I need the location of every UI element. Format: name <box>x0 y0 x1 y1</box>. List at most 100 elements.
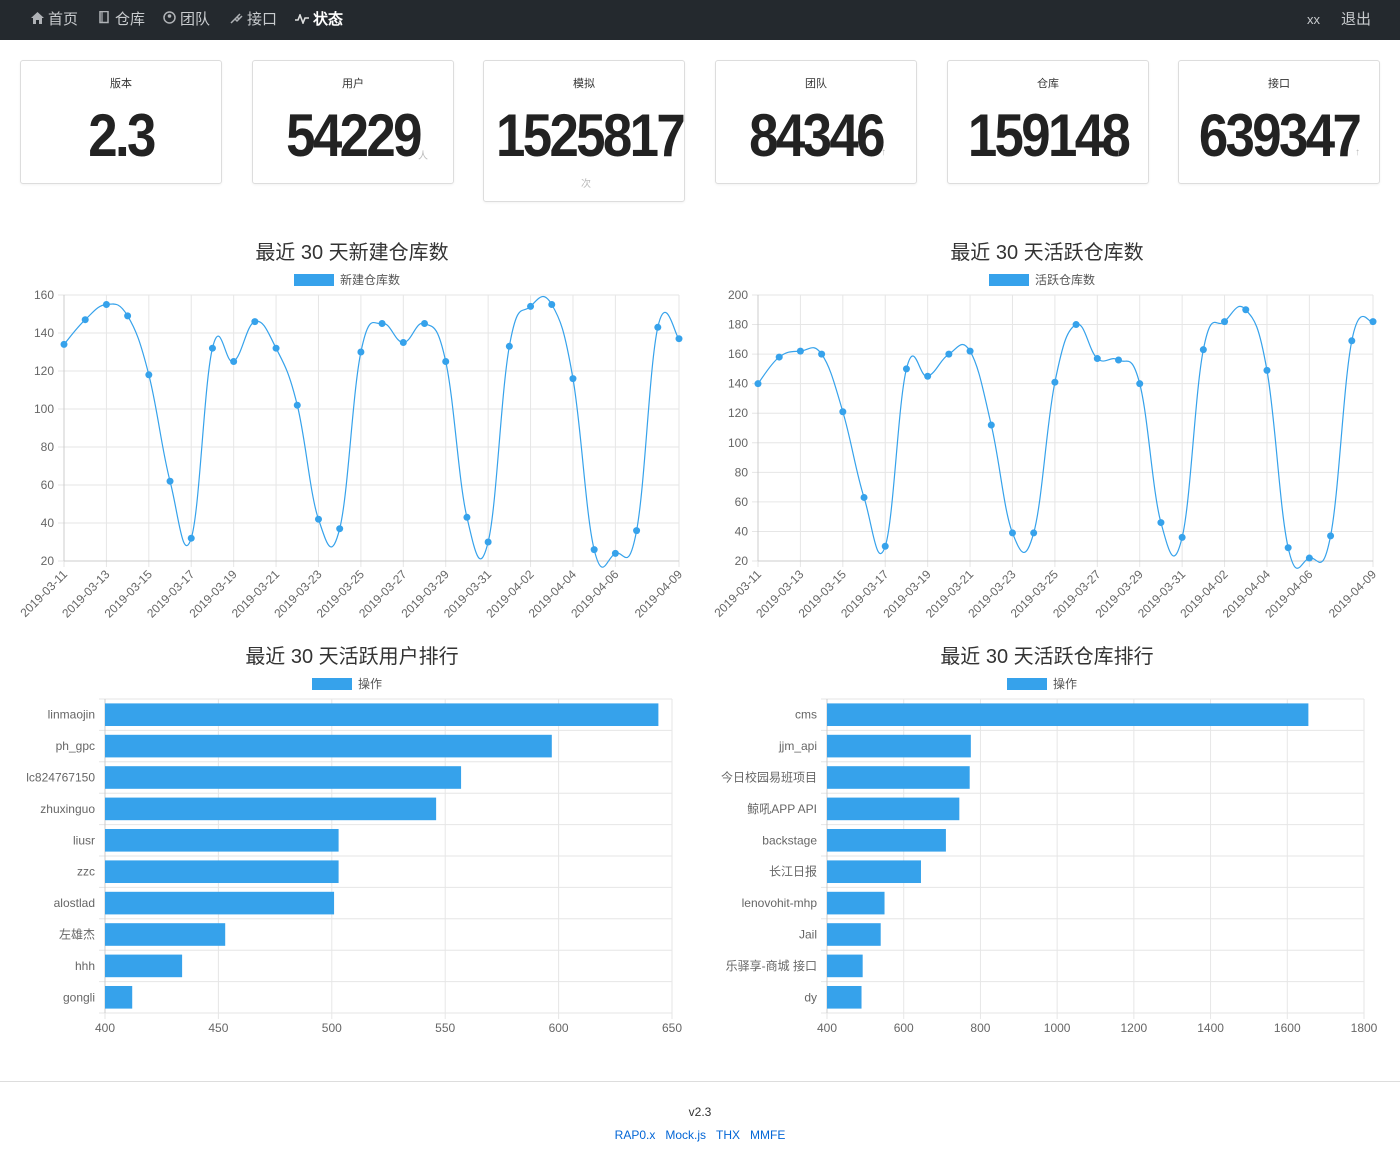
y-tick-label: 乐驿享-商城 接口 <box>726 958 817 973</box>
x-tick-label: 1000 <box>1044 1021 1071 1035</box>
y-tick-label: linmaojin <box>48 708 95 722</box>
data-point <box>754 380 762 388</box>
bar <box>827 828 946 852</box>
data-point <box>1136 380 1144 388</box>
data-point <box>442 358 450 365</box>
y-tick-label: 60 <box>41 478 55 492</box>
series-line <box>63 295 680 568</box>
y-tick-label: 200 <box>728 288 748 302</box>
footer-link-rap0x[interactable]: RAP0.x <box>615 1128 656 1142</box>
footer-link-mockjs[interactable]: Mock.js <box>665 1128 706 1142</box>
y-tick-label: lc824767150 <box>26 771 95 785</box>
bar <box>827 766 970 789</box>
data-point <box>102 301 110 308</box>
y-tick-label: 140 <box>728 377 748 391</box>
data-point <box>1348 337 1356 345</box>
x-tick-label: 1600 <box>1274 1021 1301 1035</box>
data-point <box>1051 378 1059 386</box>
data-point <box>60 340 68 348</box>
data-point <box>505 342 513 350</box>
data-point <box>775 353 783 361</box>
data-point <box>272 344 280 352</box>
x-tick-label: 650 <box>662 1021 682 1035</box>
data-point <box>548 301 556 308</box>
data-point <box>230 358 238 365</box>
data-point <box>336 525 344 533</box>
y-tick-label: 100 <box>34 402 54 416</box>
x-tick-label: 2019-04-09 <box>1326 567 1380 621</box>
bar <box>827 985 862 1009</box>
footer-link-thx[interactable]: THX <box>716 1128 740 1142</box>
data-point <box>675 335 683 343</box>
data-point <box>654 323 662 331</box>
x-tick-label: 550 <box>435 1021 455 1035</box>
data-point <box>902 365 910 373</box>
series-line <box>757 305 1374 569</box>
y-tick-label: liusr <box>73 833 95 847</box>
bar <box>105 797 437 821</box>
bar <box>105 828 339 852</box>
y-tick-label: 今日校园易班项目 <box>721 770 817 785</box>
footer: v2.3 RAP0.x Mock.js THX MMFE <box>0 1081 1400 1163</box>
data-point <box>1221 318 1229 326</box>
x-tick-label: 800 <box>970 1021 990 1035</box>
data-point <box>1008 529 1016 537</box>
data-point <box>590 546 598 554</box>
x-tick-label: 1800 <box>1351 1021 1378 1035</box>
charts-canvas: 204060801001201401602019-03-112019-03-13… <box>17 288 1380 1035</box>
y-tick-label: cms <box>795 708 817 722</box>
data-point <box>1305 554 1313 562</box>
bar <box>105 923 226 946</box>
y-tick-label: 80 <box>41 440 55 454</box>
y-tick-label: 160 <box>34 288 54 302</box>
bar <box>105 891 335 915</box>
data-point <box>1263 366 1271 374</box>
data-point <box>421 320 429 327</box>
y-tick-label: 20 <box>735 554 749 568</box>
data-point <box>881 542 889 550</box>
y-tick-label: hhh <box>75 959 95 973</box>
y-tick-label: 100 <box>728 436 748 450</box>
y-tick-label: 180 <box>728 318 748 332</box>
footer-link-mmfe[interactable]: MMFE <box>750 1128 785 1142</box>
y-tick-label: lenovohit-mhp <box>742 896 818 910</box>
data-point <box>357 348 365 356</box>
data-point <box>1327 532 1335 540</box>
data-point <box>187 534 195 542</box>
bar <box>105 954 183 978</box>
x-tick-label: 2019-04-09 <box>632 567 686 621</box>
data-point <box>81 316 89 324</box>
bar <box>105 860 339 884</box>
bar <box>105 734 552 758</box>
y-tick-label: ph_gpc <box>56 739 95 753</box>
y-tick-label: 120 <box>34 364 54 378</box>
footer-links: RAP0.x Mock.js THX MMFE <box>0 1128 1400 1142</box>
data-point <box>378 320 386 327</box>
data-point <box>987 421 995 429</box>
data-point <box>1157 519 1165 527</box>
data-point <box>1242 306 1250 314</box>
y-tick-label: 40 <box>735 524 749 538</box>
data-point <box>1030 529 1038 537</box>
data-point <box>484 538 492 546</box>
bar <box>827 923 881 946</box>
data-point <box>527 302 535 310</box>
footer-version: v2.3 <box>688 1105 712 1119</box>
y-tick-label: 长江日报 <box>769 864 817 879</box>
bar <box>827 703 1309 727</box>
data-point <box>293 401 301 409</box>
data-point <box>818 350 826 358</box>
bar <box>105 985 133 1009</box>
bar <box>105 703 659 727</box>
data-point <box>1072 321 1080 329</box>
x-tick-label: 600 <box>894 1021 914 1035</box>
y-tick-label: 20 <box>41 554 55 568</box>
data-point <box>314 515 322 523</box>
data-point <box>860 493 868 501</box>
data-point <box>945 350 953 358</box>
x-tick-label: 1400 <box>1197 1021 1224 1035</box>
data-point <box>1284 544 1292 552</box>
data-point <box>124 312 132 320</box>
bar <box>105 766 462 789</box>
data-point <box>208 344 216 352</box>
